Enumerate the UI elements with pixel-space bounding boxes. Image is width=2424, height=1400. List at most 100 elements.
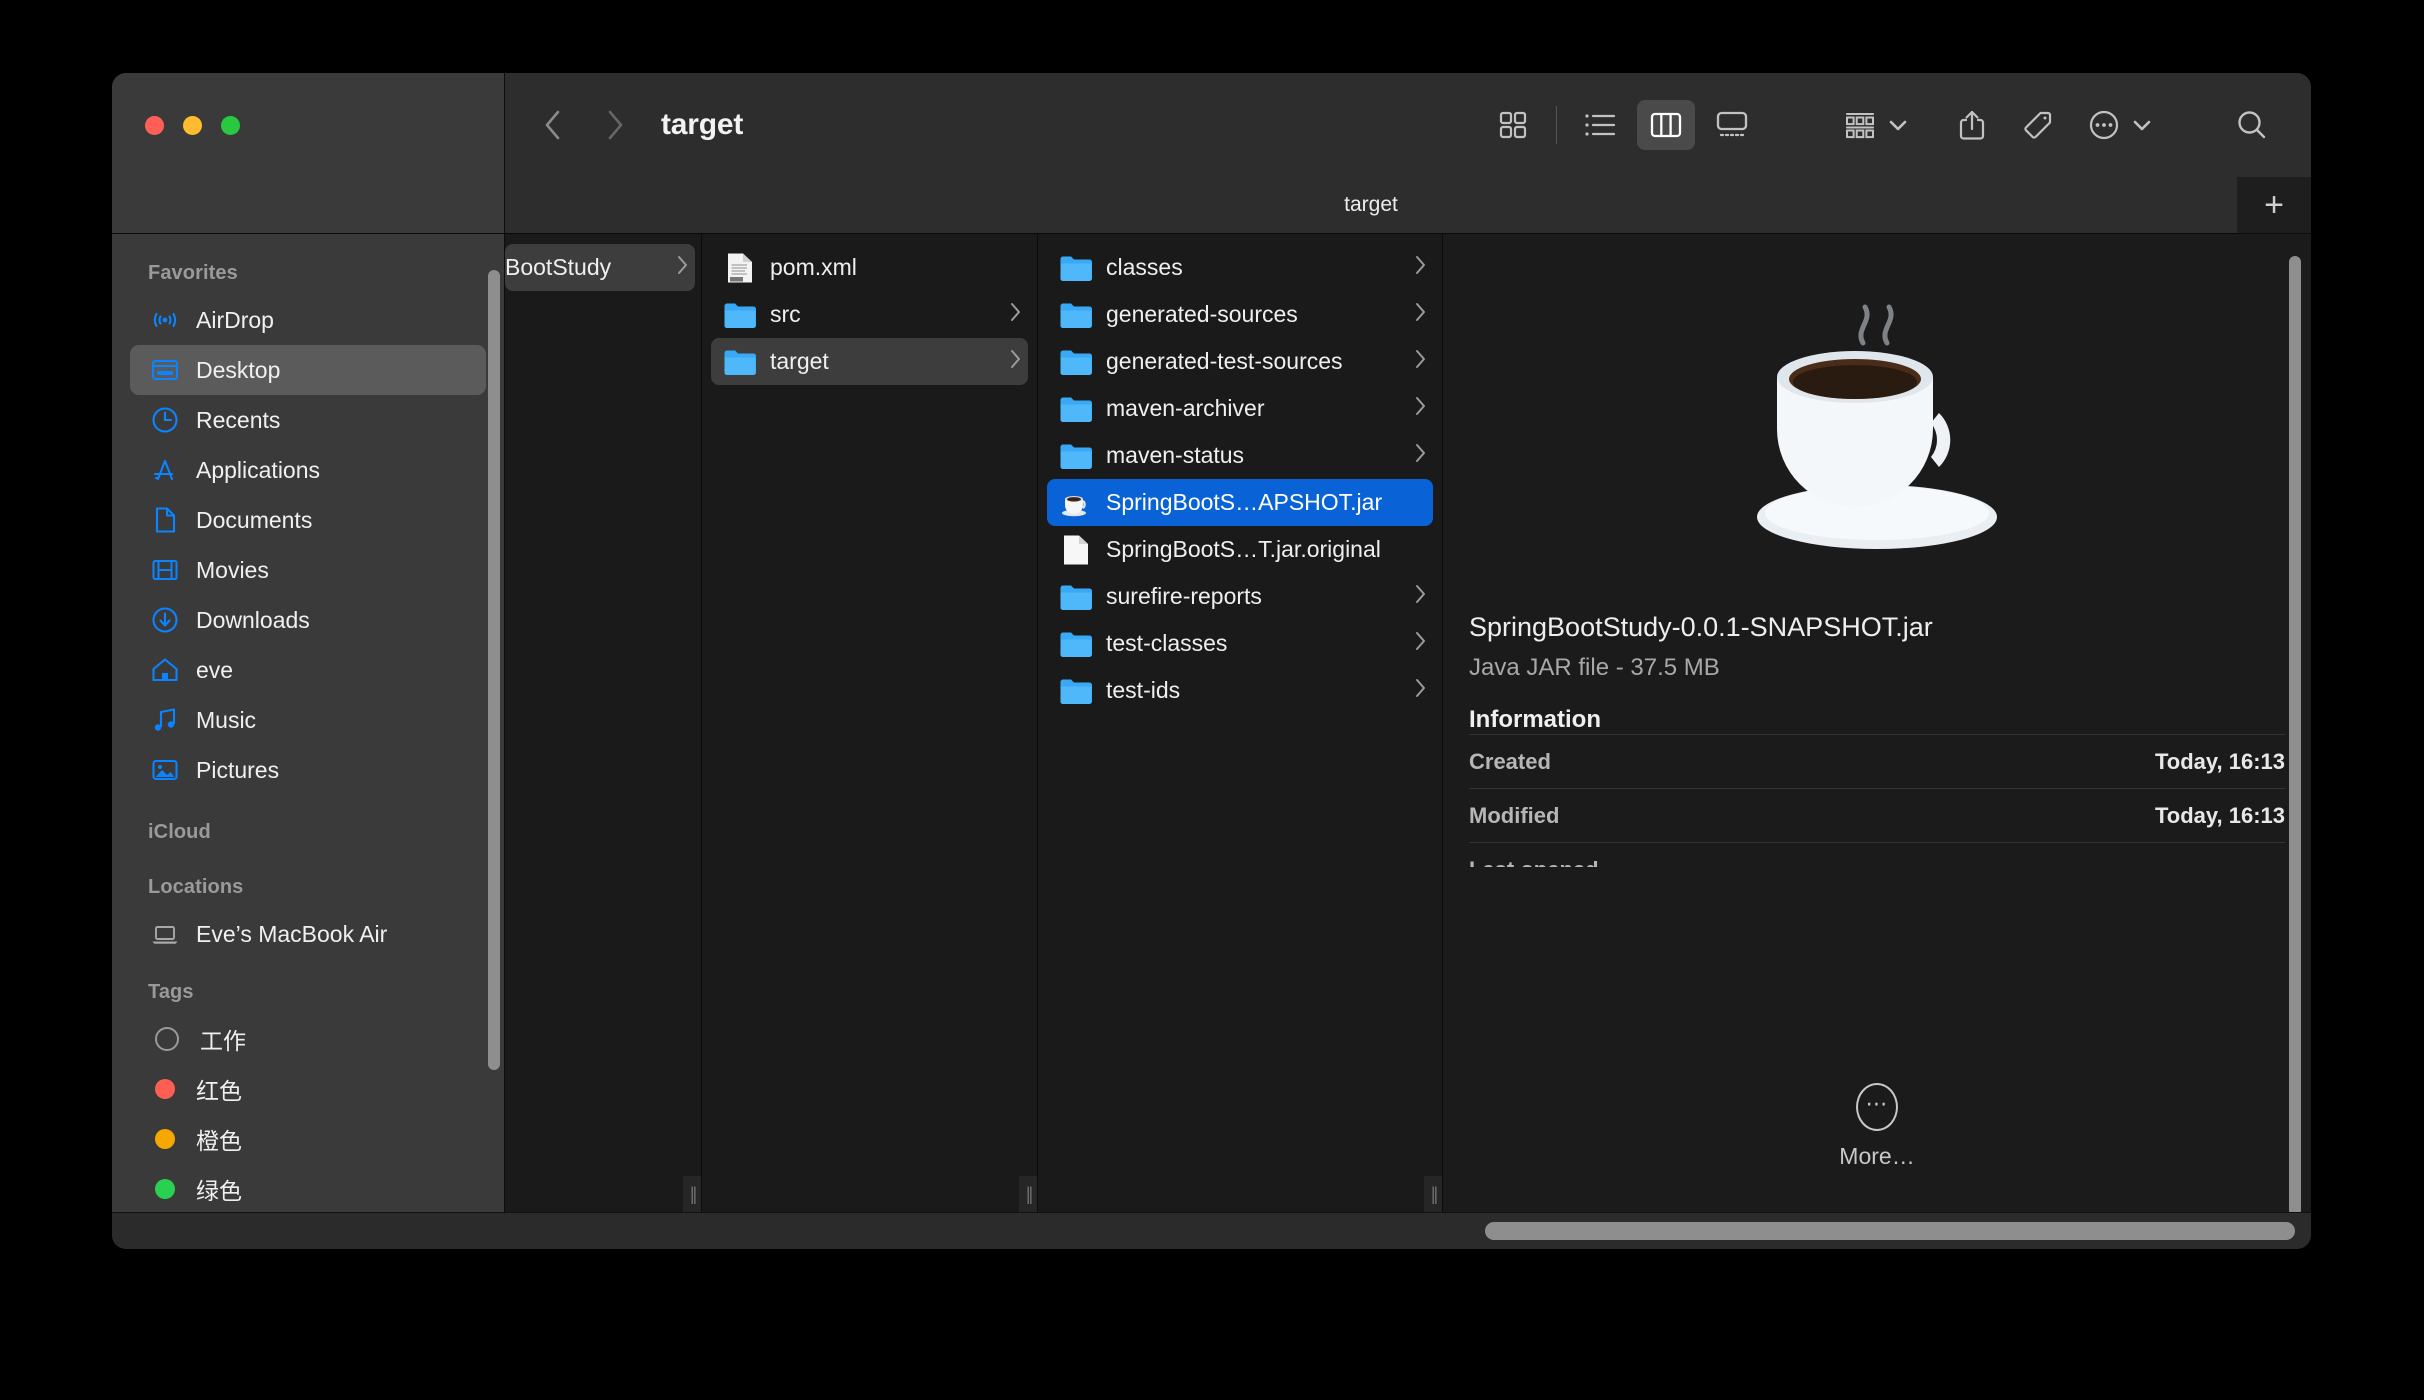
item-label: BootStudy bbox=[505, 254, 611, 281]
airdrop-icon bbox=[148, 303, 182, 337]
sidebar-item-recents[interactable]: Recents bbox=[130, 395, 486, 445]
sidebar-item-label: Movies bbox=[196, 557, 269, 584]
document-icon bbox=[148, 503, 182, 537]
tag-dot-icon bbox=[155, 1079, 175, 1099]
new-tab-button[interactable]: + bbox=[2237, 177, 2311, 233]
list-item[interactable]: classes bbox=[1047, 244, 1433, 291]
minimize-button[interactable] bbox=[183, 116, 202, 135]
folder-icon bbox=[723, 345, 757, 379]
sidebar-item-downloads[interactable]: Downloads bbox=[130, 595, 486, 645]
tag-button[interactable] bbox=[2009, 100, 2067, 150]
java-coffee-cup-icon bbox=[1727, 280, 2027, 580]
list-item[interactable]: pom.xml bbox=[711, 244, 1028, 291]
java-jar-icon bbox=[1059, 486, 1093, 520]
horizontal-scrollbar-track[interactable] bbox=[112, 1212, 2311, 1249]
sidebar-section-icloud-title: iCloud bbox=[112, 795, 504, 854]
preview-more-button[interactable]: ⋯ More… bbox=[1443, 1083, 2311, 1170]
gallery-view-button[interactable] bbox=[1703, 100, 1761, 150]
sidebar-item-desktop[interactable]: Desktop bbox=[130, 345, 486, 395]
item-label: src bbox=[770, 301, 801, 328]
more-actions-chevron-down-icon[interactable] bbox=[2131, 117, 2153, 133]
list-item-selected[interactable]: SpringBootS…APSHOT.jar bbox=[1047, 479, 1433, 526]
column-ancestor: BootStudy || bbox=[505, 234, 702, 1212]
list-view-button[interactable] bbox=[1571, 100, 1629, 150]
icon-view-button[interactable] bbox=[1484, 100, 1542, 150]
group-by-chevron-down-icon[interactable] bbox=[1887, 117, 1909, 133]
sidebar-item-label: Music bbox=[196, 707, 256, 734]
item-label: pom.xml bbox=[770, 254, 857, 281]
window-topbar: target bbox=[112, 73, 2311, 177]
list-item[interactable]: target bbox=[711, 338, 1028, 385]
list-item[interactable]: maven-status bbox=[1047, 432, 1433, 479]
tag-dot-icon bbox=[155, 1129, 175, 1149]
sidebar-item-tag-green[interactable]: 绿色 bbox=[130, 1164, 486, 1212]
list-item[interactable]: src bbox=[711, 291, 1028, 338]
tab-label: target bbox=[1344, 193, 1398, 217]
list-item[interactable]: maven-archiver bbox=[1047, 385, 1433, 432]
sidebar-item-applications[interactable]: Applications bbox=[130, 445, 486, 495]
music-note-icon bbox=[148, 703, 182, 737]
tab-target[interactable]: target bbox=[505, 177, 2237, 233]
chevron-right-icon bbox=[1406, 395, 1427, 423]
search-button[interactable] bbox=[2223, 100, 2281, 150]
list-item[interactable]: test-classes bbox=[1047, 620, 1433, 667]
sidebar-item-label: Recents bbox=[196, 407, 280, 434]
list-item[interactable]: generated-test-sources bbox=[1047, 338, 1433, 385]
horizontal-scrollbar-thumb[interactable] bbox=[1485, 1222, 2295, 1240]
zoom-button[interactable] bbox=[221, 116, 240, 135]
close-button[interactable] bbox=[145, 116, 164, 135]
item-label: maven-archiver bbox=[1106, 395, 1265, 422]
sidebar-item-pictures[interactable]: Pictures bbox=[130, 745, 486, 795]
item-label: generated-sources bbox=[1106, 301, 1298, 328]
sidebar-item-eves-macbook-air[interactable]: Eve’s MacBook Air bbox=[130, 909, 486, 959]
sidebar-item-music[interactable]: Music bbox=[130, 695, 486, 745]
preview-scrollbar[interactable] bbox=[2289, 256, 2301, 1212]
sidebar-item-tag-red[interactable]: 红色 bbox=[130, 1064, 486, 1114]
traffic-lights bbox=[145, 116, 240, 135]
sidebar-section-tags-title: Tags bbox=[112, 959, 504, 1014]
film-icon bbox=[148, 553, 182, 587]
list-item[interactable]: surefire-reports bbox=[1047, 573, 1433, 620]
list-item[interactable]: generated-sources bbox=[1047, 291, 1433, 338]
sidebar-item-airdrop[interactable]: AirDrop bbox=[130, 295, 486, 345]
window-body: Favorites AirDrop Desktop Recents bbox=[112, 234, 2311, 1212]
finder-window: target bbox=[112, 73, 2311, 1249]
chevron-right-icon bbox=[1406, 301, 1427, 329]
folder-icon bbox=[1059, 627, 1093, 661]
column-view-button[interactable] bbox=[1637, 100, 1695, 150]
sidebar-item-label: AirDrop bbox=[196, 307, 274, 334]
home-icon bbox=[148, 653, 182, 687]
column-resize-handle[interactable]: || bbox=[683, 1176, 702, 1212]
list-item[interactable]: test-ids bbox=[1047, 667, 1433, 714]
item-label: target bbox=[770, 348, 829, 375]
sidebar-item-movies[interactable]: Movies bbox=[130, 545, 486, 595]
sidebar-item-label: 绿色 bbox=[196, 1172, 242, 1206]
preview-information-heading: Information bbox=[1469, 706, 2285, 734]
list-item[interactable]: BootStudy bbox=[505, 244, 695, 291]
group-by-button[interactable] bbox=[1831, 100, 1889, 150]
preview-key: Last opened bbox=[1469, 857, 1599, 867]
sidebar-item-eve[interactable]: eve bbox=[130, 645, 486, 695]
sidebar-item-documents[interactable]: Documents bbox=[130, 495, 486, 545]
chevron-right-icon bbox=[1406, 254, 1427, 282]
back-button[interactable] bbox=[535, 105, 571, 145]
column-target: classes generated-sources generated-test… bbox=[1038, 234, 1443, 1212]
sidebar-item-label: Pictures bbox=[196, 757, 279, 784]
sidebar-item-tag-work[interactable]: 工作 bbox=[130, 1014, 486, 1064]
column-resize-handle[interactable]: || bbox=[1019, 1176, 1038, 1212]
column-browser: BootStudy || pom.xml bbox=[504, 234, 2311, 1212]
sidebar-header bbox=[112, 73, 504, 177]
column-resize-handle[interactable]: || bbox=[1424, 1176, 1443, 1212]
toolbar-right-group bbox=[1480, 73, 2311, 177]
list-item[interactable]: SpringBootS…T.jar.original bbox=[1047, 526, 1433, 573]
tab-strip: target + bbox=[504, 177, 2311, 233]
sidebar-scrollbar[interactable] bbox=[488, 270, 500, 1070]
sidebar-item-tag-orange[interactable]: 橙色 bbox=[130, 1114, 486, 1164]
item-label: classes bbox=[1106, 254, 1183, 281]
share-button[interactable] bbox=[1943, 100, 2001, 150]
sidebar-item-label: Applications bbox=[196, 457, 320, 484]
forward-button[interactable] bbox=[597, 105, 633, 145]
sidebar-item-label: 橙色 bbox=[196, 1122, 242, 1156]
item-label: test-ids bbox=[1106, 677, 1180, 704]
more-actions-button[interactable] bbox=[2075, 100, 2133, 150]
